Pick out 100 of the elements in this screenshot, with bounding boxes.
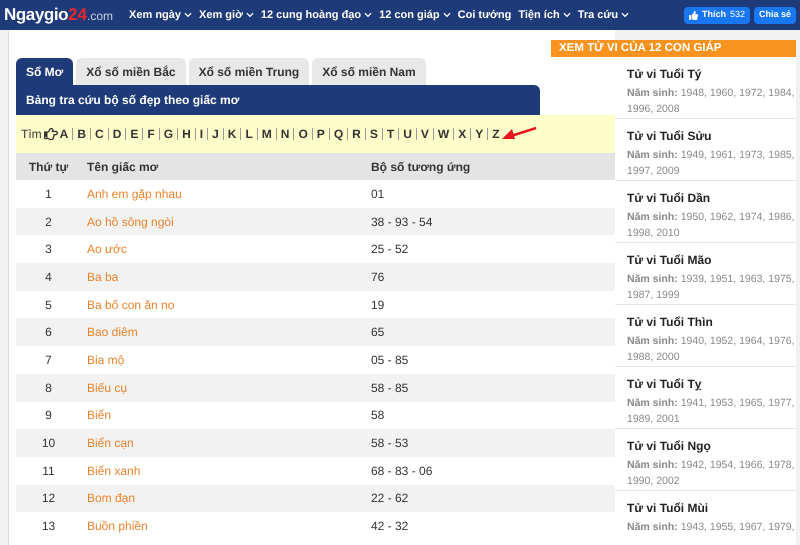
panel-title: Bảng tra cứu bộ số đẹp theo giấc mơ <box>26 92 240 109</box>
row-number: 7 <box>44 352 53 369</box>
letter-link[interactable]: N <box>276 128 290 140</box>
like-button[interactable]: Thích 532 <box>684 6 750 24</box>
horoscope-item[interactable]: Tử vi Tuổi Dần Năm sinh: 1950, 1962, 1974, 1986, 1998, 2010 <box>615 181 796 244</box>
letter-link[interactable]: Z <box>487 128 500 140</box>
birth-years: Năm sinh: 1940, 1952, 1964, 1976, <box>627 334 796 350</box>
row-number: 4 <box>44 268 53 286</box>
number-set: 58 - 85 <box>371 380 408 397</box>
letter-link[interactable]: C <box>90 128 104 140</box>
tab[interactable]: Xổ số miền Bắc <box>76 58 186 85</box>
letter-link[interactable]: J <box>207 128 219 140</box>
menu-item[interactable]: 12 cung hoàng đạo <box>260 6 372 24</box>
horoscope-title: Tử vi Tuổi Dần <box>627 190 712 208</box>
row-number: 1 <box>44 186 53 203</box>
number-set: 19 <box>371 296 384 314</box>
letter-link[interactable]: O <box>293 128 308 140</box>
number-set: 38 - 93 - 54 <box>371 214 432 231</box>
letter-link[interactable]: R <box>347 128 361 140</box>
number-set: 58 - 53 <box>371 435 408 452</box>
menu-item[interactable]: Tiện ích <box>518 6 571 24</box>
letter-link[interactable]: I <box>194 128 204 140</box>
row-number: 9 <box>44 407 53 424</box>
number-set: 01 <box>371 186 384 203</box>
birth-years: Năm sinh: 1941, 1953, 1965, 1977, <box>627 396 796 412</box>
row-number: 3 <box>44 241 53 258</box>
birth-years: Năm sinh: 1949, 1961, 1973, 1985, <box>627 148 796 164</box>
letter-link[interactable]: X <box>453 128 466 140</box>
thumbs-up-icon <box>688 10 698 20</box>
pointing-hand-icon <box>44 127 58 141</box>
birth-years: Năm sinh: 1939, 1951, 1963, 1975, <box>627 272 796 288</box>
letter-link[interactable]: Q <box>328 128 344 140</box>
letter-link[interactable]: S <box>364 128 378 140</box>
menu-item[interactable]: Xem giờ <box>199 6 254 24</box>
letter-link[interactable]: M <box>256 128 272 140</box>
birth-years: 1987, 1999 <box>627 288 681 304</box>
number-set: 65 <box>371 324 384 342</box>
menu-item[interactable]: 12 con giáp <box>379 6 451 24</box>
number-set: 68 - 83 - 06 <box>371 462 432 480</box>
letter-link[interactable]: D <box>108 128 122 140</box>
site-logo[interactable]: Ngaygio24.com <box>4 2 114 28</box>
birth-years: Năm sinh: 1950, 1962, 1974, 1986, <box>627 210 796 226</box>
horoscope-title: Tử vi Tuổi Thìn <box>627 314 714 332</box>
number-set: 58 <box>371 407 384 424</box>
birth-years: 1996, 2008 <box>627 102 681 118</box>
horoscope-title: Tử vi Tuổi Mão <box>627 252 712 270</box>
search-label: Tìm <box>21 126 42 143</box>
row-number: 10 <box>40 435 56 452</box>
letter-link[interactable]: T <box>382 128 394 140</box>
letter-link[interactable]: B <box>72 128 86 140</box>
letter-link[interactable]: K <box>222 128 236 140</box>
birth-years: Năm sinh: 1942, 1954, 1966, 1978, <box>627 458 796 474</box>
row-number: 8 <box>44 380 53 397</box>
number-set: 25 - 52 <box>371 241 408 258</box>
letter-link[interactable]: Y <box>470 128 484 140</box>
birth-years: Năm sinh: 1943, 1955, 1967, 1979, <box>627 520 796 536</box>
horoscope-item[interactable]: Tử vi Tuổi Sửu Năm sinh: 1949, 1961, 1973, 1985, 1997, 2009 <box>615 119 796 182</box>
horoscope-item[interactable]: Tử vi Tuổi Mùi Năm sinh: 1943, 1955, 1967, 1979, <box>615 491 796 545</box>
letter-link[interactable]: F <box>142 128 155 140</box>
arrow-icon <box>502 126 538 142</box>
row-number: 12 <box>40 490 56 508</box>
horoscope-item[interactable]: Tử vi Tuổi Ngọ Năm sinh: 1942, 1954, 1966, 1978, 1990, 2002 <box>615 429 796 492</box>
letter-link[interactable]: G <box>158 128 174 140</box>
menu-item[interactable]: Coi tướng <box>458 6 512 24</box>
letter-link[interactable]: W <box>432 128 450 140</box>
letter-link[interactable]: H <box>177 128 191 140</box>
birth-years: 1989, 2001 <box>627 412 681 428</box>
column-header: Tên giấc mơ <box>86 158 160 176</box>
birth-years: 1990, 2002 <box>627 474 681 490</box>
horoscope-item[interactable]: Tử vi Tuổi Tỵ Năm sinh: 1941, 1953, 1965, 1977, 1989, 2001 <box>615 367 796 430</box>
sidebar-title: XEM TỬ VI CỦA 12 CON GIÁP <box>559 40 722 56</box>
letter-link[interactable]: P <box>312 128 325 140</box>
letter-link[interactable]: U <box>398 128 412 140</box>
birth-years: 1988, 2000 <box>627 350 681 366</box>
horoscope-item[interactable]: Tử vi Tuổi Tý Năm sinh: 1948, 1960, 1972, 1984, 1996, 2008 <box>615 57 796 120</box>
letter-link[interactable]: L <box>240 128 253 140</box>
horoscope-title: Tử vi Tuổi Mùi <box>627 500 710 518</box>
horoscope-title: Tử vi Tuổi Tỵ <box>627 376 702 394</box>
tab[interactable]: Xổ số miền Trung <box>188 58 310 85</box>
share-button[interactable]: Chia sẻ <box>754 6 796 24</box>
horoscope-item[interactable]: Tử vi Tuổi Thìn Năm sinh: 1940, 1952, 1964, 1976, 1988, 2000 <box>615 305 796 368</box>
letter-link[interactable]: V <box>416 128 429 140</box>
row-number: 13 <box>40 518 56 536</box>
number-set: 05 - 85 <box>371 352 408 369</box>
column-header: Bộ số tương ứng <box>371 158 470 176</box>
tab[interactable]: Sổ Mơ <box>16 58 74 85</box>
column-header: Thứ tự <box>28 158 70 176</box>
birth-years: Năm sinh: 1948, 1960, 1972, 1984, <box>627 86 796 102</box>
number-set: 42 - 32 <box>371 518 408 536</box>
tab[interactable]: Xổ số miền Nam <box>312 58 426 85</box>
row-number: 2 <box>44 214 53 231</box>
row-number: 5 <box>44 296 53 314</box>
row-number: 6 <box>44 324 53 342</box>
menu-item[interactable]: Xem ngày <box>129 6 192 24</box>
number-set: 22 - 62 <box>371 490 408 508</box>
letter-link[interactable]: A <box>60 128 68 140</box>
letter-link[interactable]: E <box>125 128 138 140</box>
horoscope-item[interactable]: Tử vi Tuổi Mão Năm sinh: 1939, 1951, 1963, 1975, 1987, 1999 <box>615 243 796 306</box>
menu-item[interactable]: Tra cứu <box>578 6 630 24</box>
horoscope-title: Tử vi Tuổi Tý <box>627 66 702 84</box>
